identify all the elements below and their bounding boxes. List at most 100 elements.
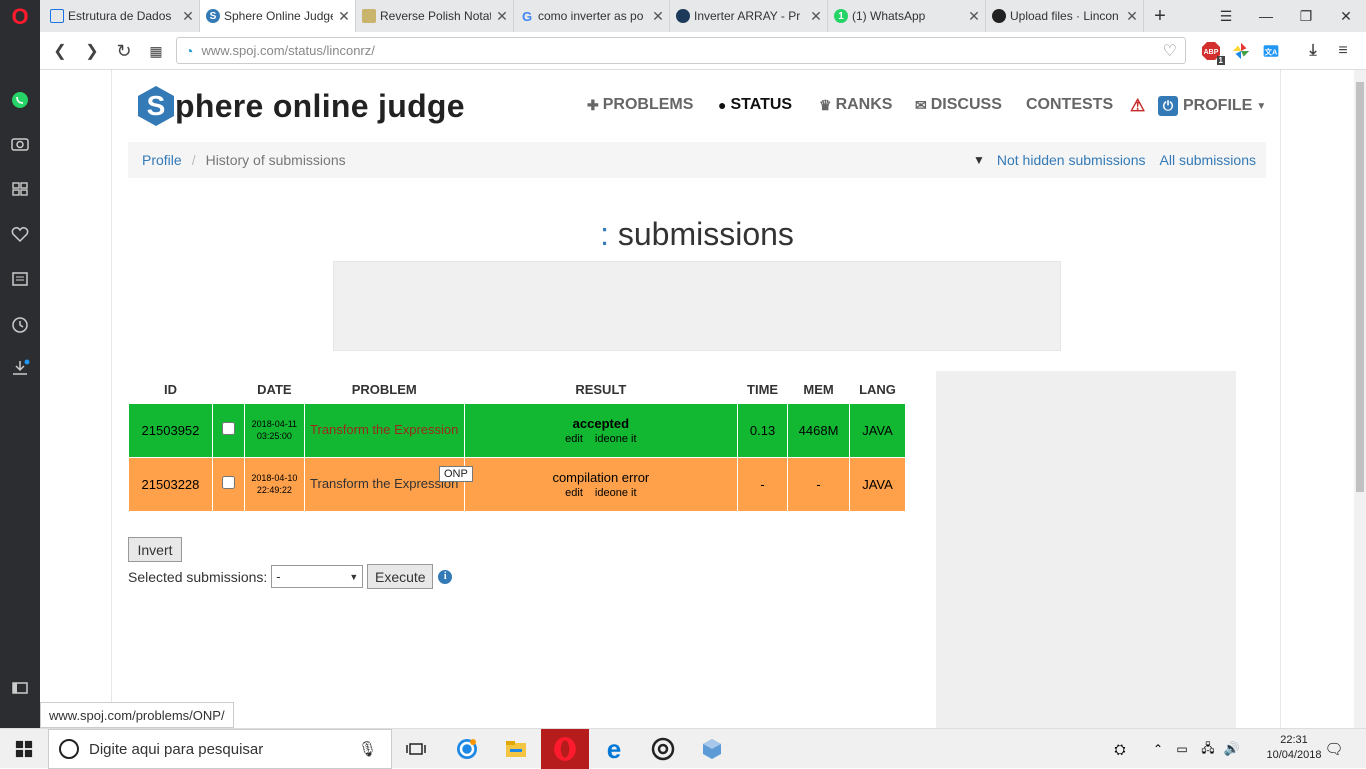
date-day: 2018-04-10 <box>251 473 298 483</box>
row-checkbox[interactable] <box>221 476 235 489</box>
extension-pinwheel-icon[interactable] <box>1230 40 1252 62</box>
date-time: 03:25:00 <box>256 431 292 441</box>
windows-start-icon[interactable] <box>0 729 48 769</box>
stackoverflow-icon <box>676 9 690 23</box>
adblock-icon[interactable]: ABP 1 <box>1200 40 1225 65</box>
close-icon[interactable]: ✕ <box>333 8 355 25</box>
nav-ranks[interactable]: ♛ RANKS <box>819 96 892 114</box>
action-select[interactable]: - ▼ <box>271 565 364 588</box>
ccleaner-icon[interactable] <box>443 729 491 769</box>
media-player-icon[interactable] <box>639 729 687 769</box>
header-problem: PROBLEM <box>351 382 417 398</box>
title-text: submissions <box>617 216 794 252</box>
camera-icon[interactable] <box>8 132 32 156</box>
new-tab-button[interactable]: + <box>1144 0 1176 32</box>
tab-google[interactable]: G como inverter as po ✕ <box>514 0 670 32</box>
nav-status[interactable]: ● STATUS <box>718 96 792 114</box>
taskbar-clock[interactable]: 22:31 10/04/2018 <box>1264 733 1324 763</box>
tab-github[interactable]: Upload files · Lincon ✕ <box>986 0 1144 32</box>
back-icon[interactable]: ❮ <box>48 39 72 63</box>
doc-icon <box>50 9 64 23</box>
tab-bar: Estrutura de Dados ✕ S Sphere Online Jud… <box>40 0 1366 32</box>
cell-lang: JAVA <box>849 456 906 512</box>
page-scrollbar[interactable] <box>1354 70 1366 728</box>
close-icon[interactable]: ✕ <box>491 8 513 25</box>
problem-link[interactable]: Transform the Expression <box>310 422 458 437</box>
minimize-icon[interactable]: — <box>1246 0 1286 32</box>
warning-icon: ⚠ <box>1130 96 1146 115</box>
whatsapp-icon: 1 <box>834 9 848 23</box>
volume-icon[interactable]: 🔊 <box>1220 729 1244 769</box>
url-field[interactable]: ◔ www.spoj.com/status/linconrz/ ♡ <box>176 37 1186 64</box>
ideone-link[interactable]: ideone it <box>595 433 637 445</box>
bookmark-heart-icon[interactable]: ♡ <box>1163 41 1177 61</box>
tab-whatsapp[interactable]: 1 (1) WhatsApp ✕ <box>828 0 986 32</box>
cell-id: 21503952 <box>128 402 213 458</box>
history-icon[interactable] <box>8 313 32 337</box>
forward-icon[interactable]: ❯ <box>80 39 104 63</box>
microphone-icon[interactable]: 🎙 <box>358 740 377 758</box>
opera-logo-icon[interactable]: O <box>8 4 32 29</box>
invert-button[interactable]: Invert <box>128 537 182 562</box>
whatsapp-icon[interactable] <box>8 88 32 112</box>
virtualbox-icon[interactable] <box>688 729 736 769</box>
edge-icon[interactable]: e <box>590 729 638 769</box>
battery-icon[interactable]: ▭ <box>1170 729 1194 769</box>
sidebar-toggle-icon[interactable] <box>8 676 32 700</box>
nav-problems[interactable]: ✚ PROBLEMS <box>587 96 693 114</box>
close-icon[interactable]: ✕ <box>177 8 199 25</box>
people-icon[interactable]: ⛭ <box>1100 729 1140 769</box>
file-explorer-icon[interactable] <box>492 729 540 769</box>
nav-discuss[interactable]: ✉ DISCUSS <box>915 96 1002 114</box>
ideone-link[interactable]: ideone it <box>595 487 637 499</box>
close-icon[interactable]: ✕ <box>647 8 669 25</box>
window-close-icon[interactable]: ✕ <box>1326 0 1366 32</box>
restore-icon[interactable]: ❐ <box>1286 0 1326 32</box>
tab-stackoverflow[interactable]: Inverter ARRAY - Pr ✕ <box>670 0 828 32</box>
tab-estrutura[interactable]: Estrutura de Dados ✕ <box>44 0 200 32</box>
close-icon[interactable]: ✕ <box>805 8 827 25</box>
tab-menu-icon[interactable]: ☰ <box>1206 0 1246 32</box>
info-icon[interactable]: i <box>438 569 453 584</box>
breadcrumb-profile[interactable]: Profile <box>142 152 182 168</box>
scrollbar-thumb[interactable] <box>1356 82 1364 492</box>
close-icon[interactable]: ✕ <box>1121 8 1143 25</box>
spoj-icon: S <box>206 9 220 23</box>
row-checkbox[interactable] <box>221 422 235 435</box>
reload-icon[interactable]: ↻ <box>112 39 136 63</box>
tray-chevron-up-icon[interactable]: ⌃ <box>1146 729 1170 769</box>
nav-profile-label: PROFILE <box>1183 97 1253 114</box>
tabs-grid-icon[interactable]: ▦ <box>144 39 168 63</box>
problem-link[interactable]: Transform the Expression <box>310 476 458 491</box>
download-icon[interactable]: ⤓ <box>1302 40 1324 62</box>
translate-icon[interactable]: 文A <box>1260 40 1282 62</box>
spoj-logo[interactable]: S phere online judge <box>138 86 465 126</box>
edit-link[interactable]: edit <box>565 487 583 499</box>
network-icon[interactable]: 🖧 <box>1196 729 1220 769</box>
result-status: accepted <box>572 415 630 431</box>
tab-rpn[interactable]: Reverse Polish Notation ✕ <box>356 0 514 32</box>
nav-contests[interactable]: CONTESTS <box>1026 96 1113 114</box>
book-icon <box>362 9 376 23</box>
execute-button[interactable]: Execute <box>367 564 434 589</box>
nav-profile[interactable]: ⏻ PROFILE ▼ <box>1158 96 1266 116</box>
tab-label: (1) WhatsApp <box>852 9 926 23</box>
heart-icon[interactable] <box>8 222 32 246</box>
news-icon[interactable] <box>8 267 32 291</box>
opera-taskbar-icon[interactable] <box>541 729 589 769</box>
task-view-icon[interactable] <box>392 729 440 769</box>
nav-status-label: STATUS <box>730 96 793 113</box>
not-hidden-submissions-link[interactable]: Not hidden submissions <box>997 152 1146 168</box>
notifications-icon[interactable]: 🗨 <box>1316 729 1352 769</box>
breadcrumb: Profile / History of submissions ▼ Not h… <box>128 142 1266 178</box>
edit-link[interactable]: edit <box>565 433 583 445</box>
close-icon[interactable]: ✕ <box>963 8 985 25</box>
all-submissions-link[interactable]: All submissions <box>1160 152 1256 168</box>
speed-dial-icon[interactable] <box>8 177 32 201</box>
taskbar-search-input[interactable]: Digite aqui para pesquisar 🎙 <box>48 729 392 769</box>
menu-lines-icon[interactable]: ≡ <box>1332 40 1354 62</box>
caret-down-icon: ▼ <box>1256 100 1267 112</box>
tab-spoj[interactable]: S Sphere Online Judge ✕ <box>200 0 356 32</box>
nav-alert[interactable]: ⚠ <box>1130 96 1145 116</box>
downloads-icon[interactable] <box>8 356 32 380</box>
